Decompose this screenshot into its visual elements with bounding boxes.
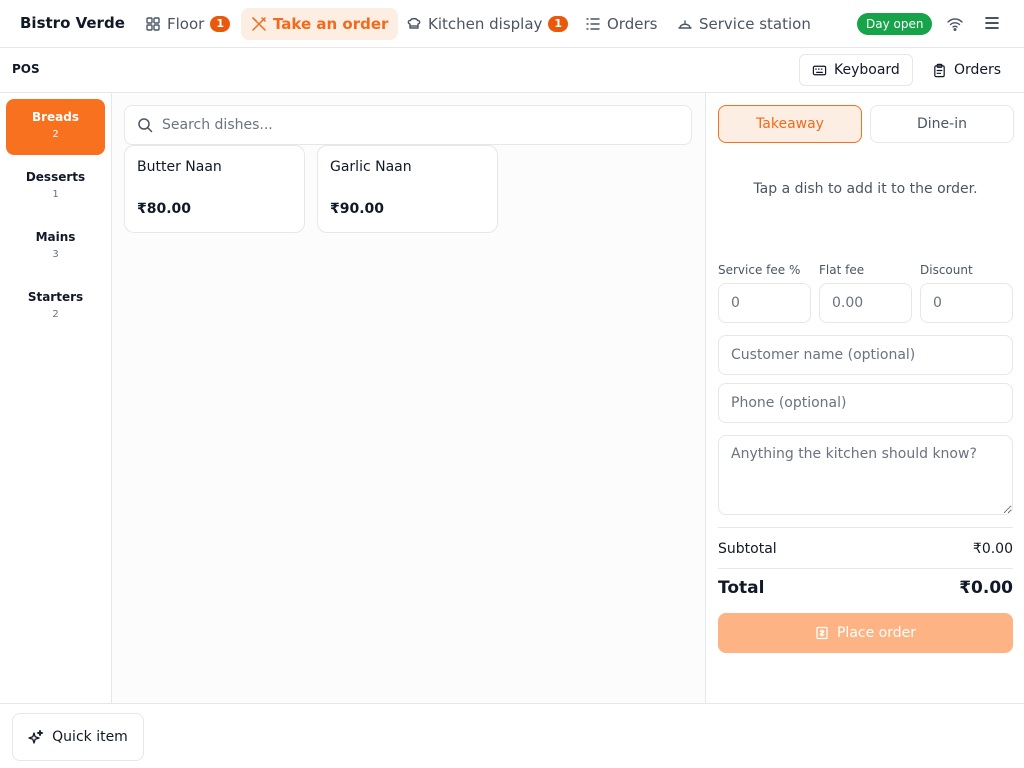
category-name: Mains — [35, 230, 76, 244]
hamburger-menu-icon[interactable] — [984, 15, 1000, 31]
category-count: 3 — [52, 249, 59, 260]
wifi-icon — [947, 18, 963, 31]
order-panel: Takeaway Dine-in Tap a dish to add it to… — [705, 93, 1024, 703]
dish-area: Butter Naan ₹80.00 Garlic Naan ₹90.00 — [112, 93, 705, 703]
cloche-icon — [678, 20, 692, 29]
dish-name: Garlic Naan — [330, 159, 412, 175]
grid-icon — [146, 17, 160, 31]
service-fee-input[interactable] — [718, 283, 811, 323]
divider — [718, 568, 1013, 569]
subtotal-row: Subtotal ₹0.00 — [718, 541, 1013, 557]
phone-input[interactable] — [718, 383, 1013, 423]
orders-button-label: Orders — [954, 62, 1002, 78]
keyboard-icon — [812, 65, 827, 75]
nav-take-order-label: Take an order — [273, 15, 389, 33]
category-name: Breads — [31, 110, 80, 124]
takeaway-toggle[interactable]: Takeaway — [718, 105, 862, 143]
total-row: Total ₹0.00 — [718, 578, 1013, 598]
category-starters[interactable]: Starters 2 — [6, 279, 105, 335]
dish-card-butter-naan[interactable]: Butter Naan ₹80.00 — [124, 145, 305, 233]
nav-orders[interactable]: Orders — [575, 8, 667, 40]
dish-price: ₹80.00 — [137, 201, 192, 217]
category-name: Starters — [27, 290, 84, 304]
search-input[interactable] — [162, 117, 662, 133]
quick-item-button[interactable]: Quick item — [12, 713, 144, 761]
place-order-button[interactable]: Place order — [718, 613, 1013, 653]
category-name: Desserts — [25, 170, 86, 184]
category-sidebar: Breads 2 Desserts 1 Mains 3 Starters 2 — [0, 93, 112, 703]
place-order-label: Place order — [836, 625, 916, 641]
receipt-icon — [816, 626, 828, 640]
service-fee-label: Service fee % — [718, 263, 801, 277]
top-nav: Bistro Verde Floor 1 Take an order Kitch… — [0, 0, 1024, 48]
nav-orders-label: Orders — [607, 15, 658, 33]
chef-hat-icon — [407, 17, 421, 29]
day-open-badge[interactable]: Day open — [857, 13, 933, 35]
dish-price: ₹90.00 — [330, 201, 385, 217]
clipboard-icon — [934, 63, 945, 77]
category-mains[interactable]: Mains 3 — [6, 219, 105, 275]
quick-item-label: Quick item — [52, 729, 128, 745]
keyboard-button[interactable]: Keyboard — [799, 54, 913, 86]
empty-order-hint: Tap a dish to add it to the order. — [753, 181, 978, 197]
subtotal-value: ₹0.00 — [972, 541, 1013, 557]
dish-name: Butter Naan — [137, 159, 222, 175]
nav-service-station[interactable]: Service station — [667, 8, 821, 40]
category-count: 1 — [52, 189, 59, 200]
search-bar — [124, 105, 692, 145]
flat-fee-label: Flat fee — [819, 263, 865, 277]
category-count: 2 — [52, 309, 59, 320]
sub-header: POS Keyboard Orders — [0, 48, 1024, 93]
orders-button[interactable]: Orders — [920, 54, 1013, 86]
category-breads[interactable]: Breads 2 — [6, 99, 105, 155]
utensils-icon — [252, 17, 266, 31]
discount-input[interactable] — [920, 283, 1013, 323]
search-icon — [138, 118, 153, 133]
nav-floor-label: Floor — [167, 15, 205, 33]
category-count: 2 — [52, 129, 59, 140]
total-label: Total — [718, 578, 765, 598]
flat-fee-input[interactable] — [819, 283, 912, 323]
nav-kitchen-display-badge: 1 — [548, 16, 569, 32]
sparkles-icon — [28, 729, 44, 744]
list-icon — [586, 18, 600, 30]
total-value: ₹0.00 — [959, 578, 1013, 598]
nav-service-station-label: Service station — [699, 15, 811, 33]
brand-name: Bistro Verde — [20, 14, 125, 32]
nav-floor-badge: 1 — [210, 16, 230, 32]
category-desserts[interactable]: Desserts 1 — [6, 159, 105, 215]
dine-in-toggle[interactable]: Dine-in — [870, 105, 1014, 143]
keyboard-button-label: Keyboard — [834, 62, 900, 78]
kitchen-notes-input[interactable] — [718, 435, 1013, 515]
page-title: POS — [12, 62, 40, 76]
dish-card-garlic-naan[interactable]: Garlic Naan ₹90.00 — [317, 145, 498, 233]
footer: Quick item — [0, 703, 1024, 768]
discount-label: Discount — [920, 263, 973, 277]
customer-name-input[interactable] — [718, 335, 1013, 375]
nav-kitchen-display[interactable]: Kitchen display 1 — [396, 8, 578, 40]
nav-floor[interactable]: Floor 1 — [135, 8, 240, 40]
nav-kitchen-display-label: Kitchen display — [428, 15, 543, 33]
divider — [718, 527, 1013, 528]
nav-take-order[interactable]: Take an order — [241, 8, 399, 40]
subtotal-label: Subtotal — [718, 541, 777, 557]
